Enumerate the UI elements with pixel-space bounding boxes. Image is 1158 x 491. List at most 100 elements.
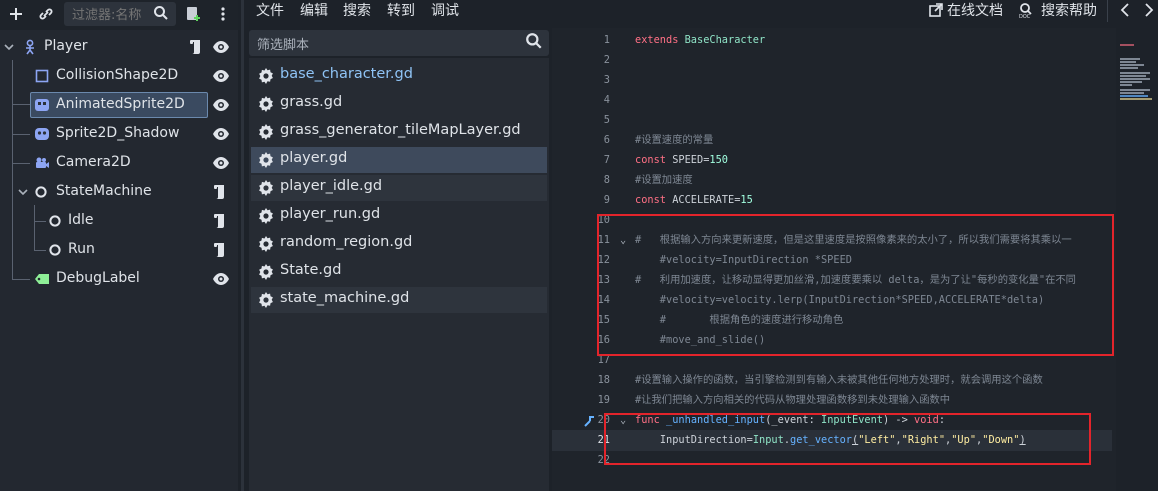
chevron-left-icon[interactable] — [1120, 3, 1130, 17]
code-line[interactable]: 18 #设置输入操作的函数，当引擎检测到有输入未被其他任何地方处理时，就会调用这个… — [552, 370, 1112, 390]
code-line[interactable]: 8 #设置加速度 — [552, 170, 1112, 190]
code-line[interactable]: 5 — [552, 110, 1112, 130]
gear-icon — [259, 68, 273, 84]
visibility-eye-icon[interactable] — [212, 155, 230, 171]
search-help-label: 搜索帮助 — [1041, 3, 1097, 19]
tree-node-collisionshape2d[interactable]: CollisionShape2D — [0, 63, 238, 89]
node-icon — [46, 212, 64, 230]
chevron-down-icon[interactable] — [4, 42, 14, 52]
code-line[interactable]: 7 const SPEED=150 — [552, 150, 1112, 170]
external-link-icon — [929, 3, 943, 17]
script-item-state-machine[interactable]: state_machine.gd — [251, 287, 547, 313]
tree-node-animatedsprite2d[interactable]: AnimatedSprite2D — [0, 92, 238, 118]
dock-splitter[interactable] — [241, 0, 244, 491]
node-label: Run — [68, 241, 95, 257]
script-item-player[interactable]: player.gd — [251, 147, 547, 173]
tree-node-idle[interactable]: Idle — [0, 208, 238, 234]
code-line[interactable]: 1 extends BaseCharacter — [552, 30, 1112, 50]
script-icon[interactable] — [188, 38, 204, 56]
online-docs-label: 在线文档 — [947, 3, 1003, 19]
script-item-player-run[interactable]: player_run.gd — [251, 203, 547, 229]
visibility-eye-icon[interactable] — [212, 126, 230, 142]
label-icon — [33, 270, 51, 288]
code-line[interactable]: 2 — [552, 50, 1112, 70]
link-icon[interactable] — [34, 2, 58, 26]
script-icon[interactable] — [212, 183, 228, 201]
add-node-icon[interactable] — [4, 2, 28, 26]
node-label: Camera2D — [56, 154, 131, 170]
menu-debug[interactable]: 调试 — [431, 0, 459, 20]
script-item-random-region[interactable]: random_region.gd — [251, 231, 547, 257]
script-name: base_character.gd — [280, 66, 413, 82]
chevron-down-icon[interactable] — [18, 187, 28, 197]
menu-file[interactable]: 文件 — [256, 0, 284, 20]
annotation-box — [597, 214, 1114, 356]
tree-node-run[interactable]: Run — [0, 237, 238, 263]
script-item-player-idle[interactable]: player_idle.gd — [251, 175, 547, 201]
menu-goto[interactable]: 转到 — [387, 0, 415, 20]
script-filter-input[interactable]: 筛选脚本 — [249, 30, 549, 56]
tree-node-debuglabel[interactable]: DebugLabel — [0, 266, 238, 292]
scene-toolbar — [0, 0, 238, 30]
visibility-eye-icon[interactable] — [212, 68, 230, 84]
script-name: grass_generator_tileMapLayer.gd — [280, 122, 521, 138]
svg-text:DOC: DOC — [1019, 14, 1031, 18]
node-label: Sprite2D_Shadow — [56, 125, 180, 141]
sprite-icon — [33, 125, 51, 143]
node-label: DebugLabel — [56, 270, 140, 286]
more-options-icon[interactable] — [211, 2, 235, 26]
attach-script-icon[interactable] — [181, 2, 205, 26]
search-icon[interactable] — [525, 32, 543, 50]
script-item-grass[interactable]: grass.gd — [251, 91, 547, 117]
code-line[interactable]: 19 #让我们把输入方向相关的代码从物理处理函数移到未处理输入函数中 — [552, 390, 1112, 410]
visibility-eye-icon[interactable] — [212, 271, 230, 287]
code-line[interactable]: 6 #设置速度的常量 — [552, 130, 1112, 150]
script-item-state[interactable]: State.gd — [251, 259, 547, 285]
gear-icon — [259, 152, 273, 168]
collision-shape-icon — [33, 67, 51, 85]
script-icon[interactable] — [212, 212, 228, 230]
script-name: state_machine.gd — [280, 290, 410, 306]
script-name: State.gd — [280, 262, 342, 278]
player-icon — [21, 38, 39, 56]
node-label: StateMachine — [56, 183, 152, 199]
tree-node-sprite2d-shadow[interactable]: Sprite2D_Shadow — [0, 121, 238, 147]
script-filter-placeholder: 筛选脚本 — [257, 38, 310, 53]
script-name: player_idle.gd — [280, 178, 383, 194]
script-item-base-character[interactable]: base_character.gd — [251, 63, 547, 89]
node-icon — [32, 183, 50, 201]
online-docs-button[interactable]: 在线文档 — [929, 0, 1003, 20]
node-label: AnimatedSprite2D — [56, 96, 185, 112]
script-name: grass.gd — [280, 94, 343, 110]
menu-edit[interactable]: 编辑 — [300, 0, 328, 20]
script-item-grass-generator[interactable]: grass_generator_tileMapLayer.gd — [251, 119, 547, 145]
code-minimap[interactable] — [1116, 28, 1158, 491]
doc-search-icon: DOC — [1019, 3, 1032, 18]
gear-icon — [259, 124, 273, 140]
search-help-button[interactable]: DOC 搜索帮助 — [1019, 0, 1097, 20]
chevron-right-icon[interactable] — [1144, 3, 1154, 17]
code-line[interactable]: 4 — [552, 90, 1112, 110]
search-icon[interactable] — [150, 2, 172, 24]
visibility-eye-icon[interactable] — [212, 97, 230, 113]
gear-icon — [259, 180, 273, 196]
annotation-box — [604, 413, 1091, 465]
menu-search[interactable]: 搜索 — [343, 0, 371, 20]
gear-icon — [259, 264, 273, 280]
scene-dock: Player CollisionShape2D AnimatedSprite2D… — [0, 0, 238, 491]
script-list-panel: 筛选脚本 base_character.gd grass.gd grass_ge… — [247, 28, 549, 491]
script-icon[interactable] — [212, 241, 228, 259]
visibility-eye-icon[interactable] — [212, 39, 230, 55]
tree-node-player[interactable]: Player — [0, 34, 238, 60]
signal-connection-icon[interactable] — [583, 414, 597, 428]
node-icon — [46, 241, 64, 259]
node-label: Idle — [68, 212, 94, 228]
gear-icon — [259, 96, 273, 112]
code-line[interactable]: 9 const ACCELERATE=15 — [552, 190, 1112, 210]
code-line[interactable]: 3 — [552, 70, 1112, 90]
animated-sprite-icon — [33, 96, 51, 114]
tree-node-statemachine[interactable]: StateMachine — [0, 179, 238, 205]
gear-icon — [259, 292, 273, 308]
script-name: player.gd — [280, 150, 348, 166]
tree-node-camera2d[interactable]: Camera2D — [0, 150, 238, 176]
